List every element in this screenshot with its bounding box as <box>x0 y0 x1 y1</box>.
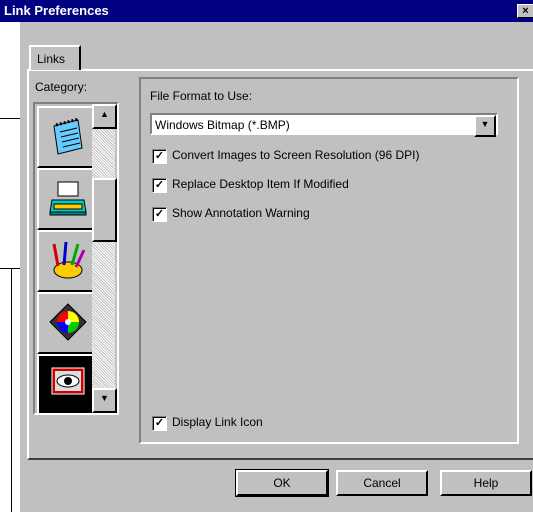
replace-desktop-label: Replace Desktop Item If Modified <box>172 177 349 191</box>
notepad-icon <box>53 117 83 155</box>
display-link-icon-checkbox[interactable]: ✓ <box>152 416 167 431</box>
file-format-label: File Format to Use: <box>150 89 253 103</box>
category-label: Category: <box>35 80 88 94</box>
typewriter-icon <box>49 181 87 216</box>
cancel-button[interactable]: Cancel <box>336 470 428 496</box>
display-link-icon-label: Display Link Icon <box>172 415 263 429</box>
tab-links[interactable]: Links <box>29 45 81 70</box>
file-format-select[interactable]: Windows Bitmap (*.BMP) ▼ <box>150 113 498 137</box>
color-wheel-icon <box>49 303 87 341</box>
background-line <box>0 268 20 269</box>
window-title: Link Preferences <box>4 3 109 18</box>
ok-button[interactable]: OK <box>235 469 329 497</box>
annotation-warning-checkbox[interactable]: ✓ <box>152 207 167 222</box>
scroll-up-button[interactable]: ▲ <box>92 104 117 129</box>
replace-desktop-checkbox[interactable]: ✓ <box>152 178 167 193</box>
background-line <box>0 118 20 119</box>
eye-icon <box>51 367 85 395</box>
category-scrollbar[interactable]: ▲ ▼ <box>92 104 117 413</box>
close-button[interactable]: × <box>517 4 533 18</box>
art-supplies-icon <box>52 241 86 279</box>
convert-images-checkbox[interactable]: ✓ <box>152 149 167 164</box>
file-format-value: Windows Bitmap (*.BMP) <box>155 118 290 132</box>
convert-images-label: Convert Images to Screen Resolution (96 … <box>172 148 420 162</box>
annotation-warning-label: Show Annotation Warning <box>172 206 310 220</box>
background-line <box>11 268 12 512</box>
dropdown-arrow-icon[interactable]: ▼ <box>474 115 496 137</box>
scroll-down-button[interactable]: ▼ <box>92 388 117 413</box>
help-button[interactable]: Help <box>440 470 532 496</box>
scroll-thumb[interactable] <box>92 178 117 242</box>
